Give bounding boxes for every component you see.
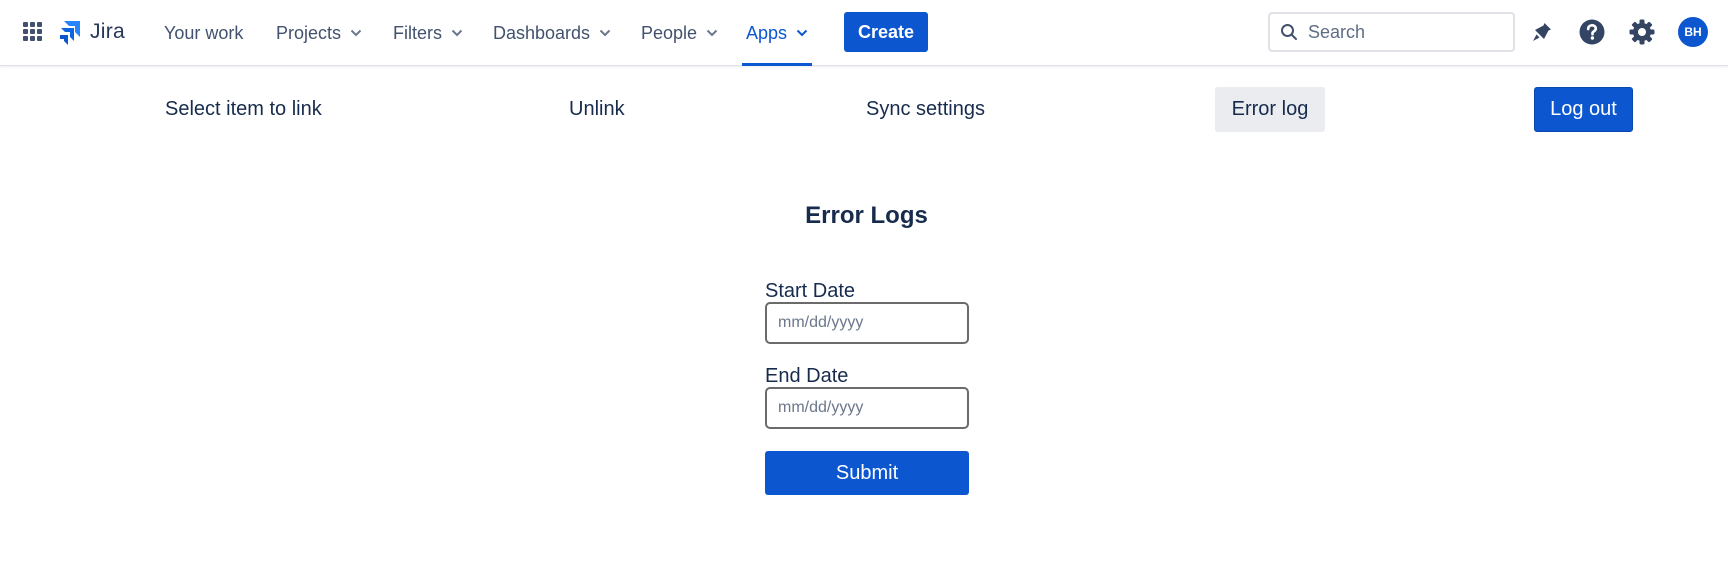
subnav-label: Unlink [569, 98, 625, 120]
search-box[interactable] [1268, 12, 1515, 52]
chevron-down-icon [599, 29, 611, 37]
start-date-label: Start Date [765, 280, 856, 302]
nav-people[interactable]: People [641, 0, 718, 66]
subnav-sync-settings[interactable]: Sync settings [866, 87, 985, 132]
nav-apps[interactable]: Apps [741, 0, 813, 66]
nav-label: Dashboards [493, 22, 591, 43]
subnav-error-log[interactable]: Error log [1215, 87, 1325, 132]
subnav-unlink[interactable]: Unlink [569, 87, 625, 132]
logo-text: Jira [90, 20, 126, 43]
notifications-icon[interactable] [1527, 17, 1557, 47]
nav-label: Filters [393, 22, 442, 43]
page-title: Error Logs [805, 202, 928, 229]
nav-dashboards[interactable]: Dashboards [493, 0, 611, 66]
nav-label: Projects [276, 22, 342, 43]
subnav-label: Error log [1231, 98, 1309, 120]
nav-filters[interactable]: Filters [393, 0, 463, 66]
chevron-down-icon [350, 29, 362, 37]
jira-logo[interactable]: Jira [60, 19, 125, 45]
logout-button[interactable]: Log out [1534, 87, 1633, 132]
chevron-down-icon [706, 29, 718, 37]
chevron-down-icon [796, 29, 808, 37]
search-icon [1281, 24, 1297, 40]
subnav-select-item-to-link[interactable]: Select item to link [165, 87, 322, 132]
avatar[interactable]: BH [1678, 17, 1708, 47]
nav-your-work[interactable]: Your work [164, 0, 243, 66]
subnav-label: Sync settings [866, 98, 985, 120]
start-date-field[interactable] [765, 302, 969, 344]
nav-projects[interactable]: Projects [276, 0, 362, 66]
subnav-label: Select item to link [165, 98, 322, 120]
search-input[interactable] [1308, 21, 1498, 43]
top-navigation: Jira Your work Projects Filters Dashboar… [0, 0, 1728, 66]
app-switcher-icon[interactable] [23, 22, 43, 42]
nav-label: Your work [164, 22, 244, 43]
submit-button[interactable]: Submit [765, 451, 969, 495]
chevron-down-icon [451, 29, 463, 37]
settings-icon[interactable] [1627, 17, 1657, 47]
nav-label: People [641, 22, 698, 43]
jira-logo-icon [60, 21, 80, 45]
nav-label: Apps [746, 22, 788, 43]
help-icon[interactable] [1577, 17, 1607, 47]
create-button[interactable]: Create [844, 12, 928, 52]
end-date-field[interactable] [765, 387, 969, 429]
end-date-label: End Date [765, 365, 849, 387]
